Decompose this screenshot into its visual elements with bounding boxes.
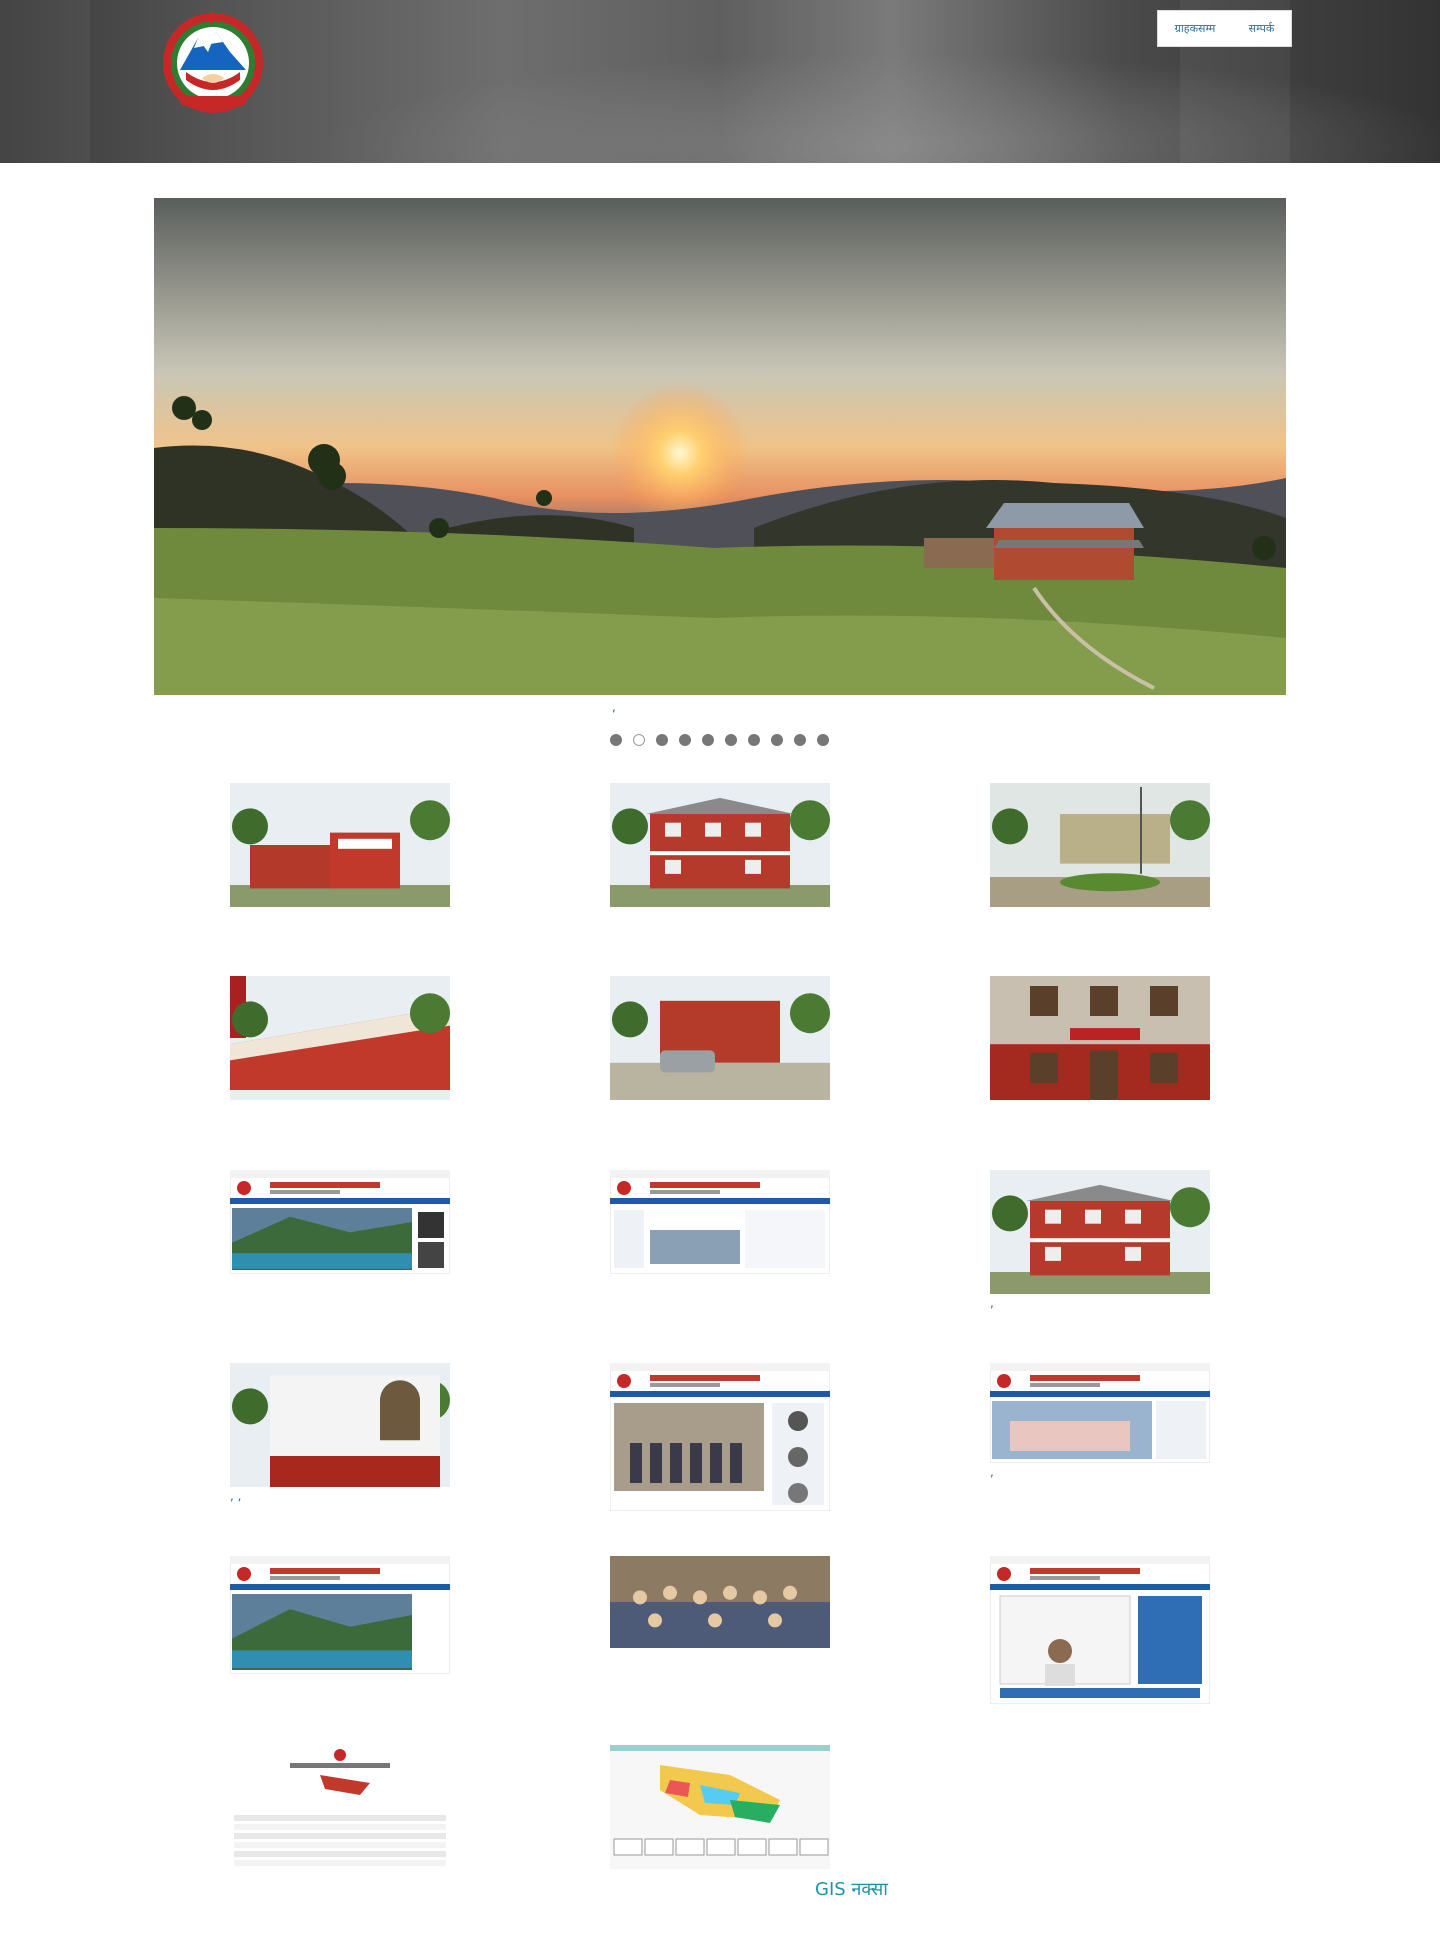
project-card <box>230 1170 450 1292</box>
slider-dot[interactable] <box>702 734 714 746</box>
project-card <box>230 783 450 925</box>
header-backdrop-shelf <box>0 0 90 163</box>
thumbnail-image <box>230 1745 450 1869</box>
project-title-link[interactable] <box>230 909 450 925</box>
project-card: , , <box>230 1363 450 1505</box>
thumbnail-image <box>230 976 450 1100</box>
project-thumbnail[interactable] <box>610 1745 830 1869</box>
project-thumbnail[interactable] <box>230 1556 450 1674</box>
project-card: , <box>990 1363 1210 1481</box>
project-title-link[interactable]: , <box>990 1465 1210 1481</box>
project-thumbnail[interactable] <box>610 1556 830 1648</box>
project-thumbnail[interactable] <box>610 1363 830 1511</box>
project-title-link[interactable] <box>230 1102 450 1118</box>
thumbnail-image <box>610 1745 830 1869</box>
slider-dot[interactable] <box>656 734 668 746</box>
thumbnail-image <box>230 783 450 907</box>
project-thumbnail[interactable] <box>230 976 450 1100</box>
project-title-link[interactable] <box>230 1676 450 1692</box>
thumbnail-image <box>230 1556 450 1674</box>
project-thumbnail[interactable] <box>990 783 1210 907</box>
thumbnail-image <box>230 1363 450 1487</box>
project-card <box>610 1363 830 1529</box>
project-thumbnail[interactable] <box>610 1170 830 1274</box>
project-card <box>990 1556 1210 1722</box>
government-emblem-logo[interactable] <box>150 8 276 118</box>
thumbnail-image <box>610 1170 830 1274</box>
gis-map-link[interactable]: GIS नक्सा <box>815 1877 888 1901</box>
project-title-link[interactable] <box>990 1102 1210 1118</box>
project-thumbnail[interactable] <box>610 783 830 907</box>
nav-item-contact[interactable]: सम्पर्क <box>1249 21 1275 36</box>
thumbnail-image <box>610 783 830 907</box>
slider-dot[interactable] <box>725 734 737 746</box>
slider-dot[interactable] <box>817 734 829 746</box>
thumbnail-image <box>610 1363 830 1511</box>
project-card <box>230 1745 450 1887</box>
top-nav-box: ग्राहकसम्म सम्पर्क <box>1157 10 1292 47</box>
project-title-link[interactable] <box>610 1513 830 1529</box>
project-thumbnail[interactable] <box>990 1170 1210 1294</box>
slider-dot[interactable] <box>794 734 806 746</box>
thumbnail-image <box>990 1170 1210 1294</box>
thumbnail-image <box>990 1556 1210 1704</box>
project-card <box>230 1556 450 1692</box>
slider-dot[interactable] <box>748 734 760 746</box>
project-title-link[interactable] <box>610 909 830 925</box>
project-thumbnail[interactable] <box>230 1170 450 1274</box>
project-card <box>610 976 830 1118</box>
project-thumbnail[interactable] <box>230 1363 450 1487</box>
project-card <box>610 1556 830 1666</box>
site-header: ग्राहकसम्म सम्पर्क <box>0 0 1440 163</box>
thumbnail-image <box>230 1170 450 1274</box>
project-title-link[interactable] <box>990 909 1210 925</box>
hero-slider[interactable] <box>154 198 1286 695</box>
project-title-link[interactable] <box>610 1102 830 1118</box>
project-title-link[interactable] <box>230 1276 450 1292</box>
project-card <box>610 1170 830 1292</box>
project-thumbnail[interactable] <box>990 976 1210 1100</box>
project-title-link[interactable]: , , <box>230 1489 450 1505</box>
project-title-link[interactable] <box>610 1650 830 1666</box>
project-card <box>230 976 450 1118</box>
project-title-link[interactable] <box>610 1276 830 1292</box>
project-thumbnail[interactable] <box>990 1363 1210 1463</box>
project-title-link[interactable] <box>610 1871 830 1887</box>
project-title-link[interactable] <box>230 1871 450 1887</box>
thumbnail-image <box>990 783 1210 907</box>
slider-pagination <box>610 734 829 746</box>
project-thumbnail[interactable] <box>230 1745 450 1869</box>
project-thumbnail[interactable] <box>610 976 830 1100</box>
nav-item-home[interactable]: ग्राहकसम्म <box>1175 21 1216 36</box>
hero-slide-image <box>154 198 1286 695</box>
project-card <box>610 783 830 925</box>
thumbnail-image <box>990 1363 1210 1463</box>
project-thumbnail[interactable] <box>230 783 450 907</box>
project-card <box>610 1745 830 1887</box>
project-card: , <box>990 1170 1210 1312</box>
project-card <box>990 976 1210 1118</box>
project-thumbnail[interactable] <box>990 1556 1210 1704</box>
project-title-link[interactable] <box>990 1706 1210 1722</box>
thumbnail-image <box>610 1556 830 1648</box>
project-title-link[interactable]: , <box>990 1296 1210 1312</box>
project-card <box>990 783 1210 925</box>
slider-dot[interactable] <box>679 734 691 746</box>
thumbnail-image <box>990 976 1210 1100</box>
slider-dot[interactable] <box>610 734 622 746</box>
slide-caption: , <box>612 700 616 714</box>
slider-dot[interactable] <box>771 734 783 746</box>
thumbnail-image <box>610 976 830 1100</box>
slider-dot[interactable] <box>633 734 645 746</box>
